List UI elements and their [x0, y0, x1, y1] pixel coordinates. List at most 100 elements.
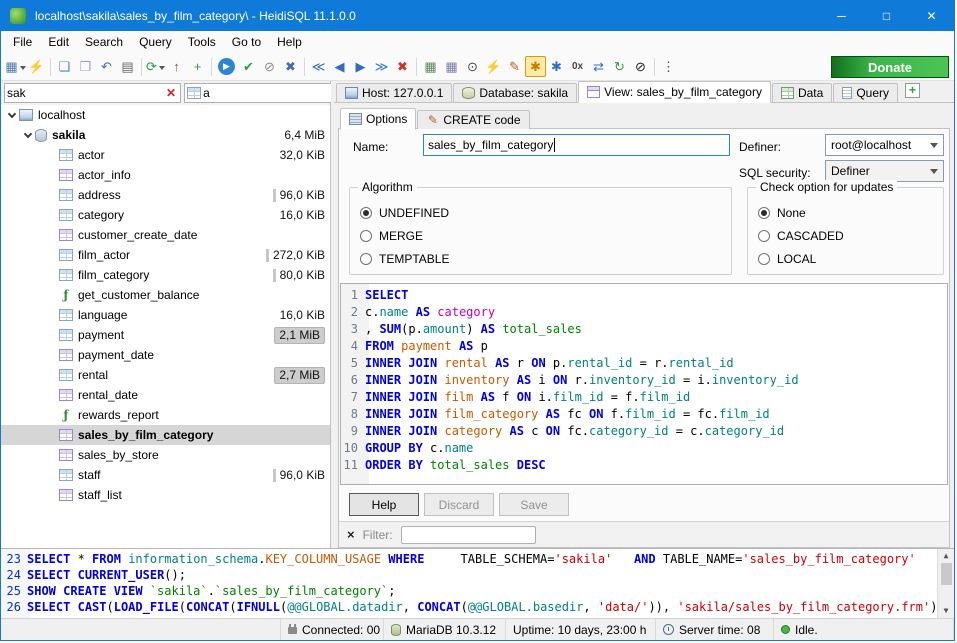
refresh-icon[interactable]: ⟳ — [145, 56, 166, 77]
filter-input[interactable] — [401, 526, 536, 544]
verify-icon[interactable]: ✔ — [238, 56, 259, 77]
tab-database-sakila[interactable]: Database: sakila — [453, 83, 577, 102]
tree-item-rental[interactable]: rental2,7 MiB — [1, 365, 330, 385]
editor-line[interactable]: 11ORDER BY total_sales DESC — [341, 457, 947, 474]
tree-item-rental-date[interactable]: rental_date — [1, 385, 330, 405]
close-filter-icon[interactable]: × — [339, 527, 363, 542]
tree-item-staff-list[interactable]: staff_list — [1, 485, 330, 505]
menu-item-edit[interactable]: Edit — [40, 32, 77, 52]
menu-item-help[interactable]: Help — [269, 32, 310, 52]
editor-line[interactable]: 4FROM payment AS p — [341, 338, 947, 355]
definer-select[interactable]: root@localhost — [825, 134, 944, 156]
menu-item-file[interactable]: File — [5, 32, 40, 52]
scrollbar-thumb[interactable] — [941, 563, 952, 585]
reconnect-icon[interactable]: ⚡ — [26, 56, 47, 77]
nav-next-icon[interactable]: ▶ — [350, 56, 371, 77]
toolbar-overflow-icon[interactable]: ⋮ — [658, 56, 679, 77]
log-scrollbar[interactable]: ▲ ▼ — [937, 549, 954, 618]
bind-params-icon[interactable]: ✱ — [546, 56, 567, 77]
expand-chevron-icon[interactable] — [8, 109, 16, 117]
view-name-input[interactable]: sales_by_film_category — [423, 134, 730, 156]
editor-line[interactable]: 9INNER JOIN category AS c ON fc.category… — [341, 423, 947, 440]
editor-line[interactable]: 7INNER JOIN film AS f ON i.film_id = f.f… — [341, 389, 947, 406]
tree-item-film-category[interactable]: film_category80,0 KiB — [1, 265, 330, 285]
new-query-tab-icon[interactable]: + — [905, 83, 920, 98]
find-icon[interactable]: ⊙ — [462, 56, 483, 77]
maximize-button[interactable]: □ — [864, 1, 909, 31]
delete-row-icon[interactable]: ✖ — [392, 56, 413, 77]
nav-first-icon[interactable]: ≪ — [308, 56, 329, 77]
tree-item-payment[interactable]: payment2,1 MiB — [1, 325, 330, 345]
nav-prev-icon[interactable]: ◀ — [329, 56, 350, 77]
data-view-icon[interactable]: ▦ — [420, 56, 441, 77]
tree-item-actor-info[interactable]: actor_info — [1, 165, 330, 185]
tree-item-sales-by-film-category[interactable]: sales_by_film_category — [1, 425, 330, 445]
tree-item-sakila[interactable]: sakila6,4 MiB — [1, 125, 330, 145]
print-icon[interactable]: ▤ — [117, 56, 138, 77]
clear-database-filter-icon[interactable]: ✕ — [164, 86, 178, 100]
menu-item-query[interactable]: Query — [131, 32, 180, 52]
discard-button[interactable]: Discard — [424, 493, 494, 516]
tree-item-language[interactable]: language16,0 KiB — [1, 305, 330, 325]
editor-line[interactable]: 1SELECT — [341, 287, 947, 304]
tree-item-customer-create-date[interactable]: customer_create_date — [1, 225, 330, 245]
sql-security-select[interactable]: Definer — [825, 160, 944, 182]
cancel-icon[interactable]: ✖ — [280, 56, 301, 77]
editor-line[interactable]: 3, SUM(p.amount) AS total_sales — [341, 321, 947, 338]
database-filter-input[interactable] — [7, 86, 162, 100]
scroll-up-icon[interactable]: ▲ — [944, 549, 949, 563]
tree-item-rewards-report[interactable]: ƒrewards_report — [1, 405, 330, 425]
expand-chevron-icon[interactable] — [24, 129, 32, 137]
tree-item-category[interactable]: category16,0 KiB — [1, 205, 330, 225]
menu-item-search[interactable]: Search — [77, 32, 131, 52]
editor-line[interactable]: 6INNER JOIN inventory AS i ON r.inventor… — [341, 372, 947, 389]
tab-data[interactable]: Data — [772, 83, 832, 102]
menu-item-tools[interactable]: Tools — [180, 32, 224, 52]
donate-button[interactable]: Donate — [831, 56, 949, 78]
create-object-icon[interactable]: + — [187, 56, 208, 77]
radio-cascaded[interactable]: CASCADED — [758, 224, 933, 247]
tree-item-film-actor[interactable]: film_actor272,0 KiB — [1, 245, 330, 265]
save-button[interactable]: Save — [499, 493, 569, 516]
session-manager-icon[interactable]: ▦ — [5, 56, 26, 77]
subtab-create-code[interactable]: ✎CREATE code — [417, 110, 529, 129]
tab-view-sales-by-film-category[interactable]: View: sales_by_film_category — [578, 81, 771, 103]
editor-line[interactable]: 10GROUP BY c.name — [341, 440, 947, 457]
syntax-highlight-icon[interactable]: ✱ — [525, 56, 546, 77]
editor-line[interactable]: 5INNER JOIN rental AS r ON p.rental_id =… — [341, 355, 947, 372]
quick-filter-icon[interactable]: ⚡ — [483, 56, 504, 77]
tab-query[interactable]: Query — [833, 83, 898, 102]
reformat-sql-icon[interactable]: ✎ — [504, 56, 525, 77]
stop-icon[interactable]: ⊘ — [259, 56, 280, 77]
scroll-down-icon[interactable]: ▼ — [944, 604, 949, 618]
sql-security-dropdown-icon[interactable] — [927, 164, 941, 178]
radio-none[interactable]: None — [758, 201, 933, 224]
subtab-options[interactable]: Options — [340, 108, 416, 130]
query-view-icon[interactable]: ▦ — [441, 56, 462, 77]
swap-icon[interactable]: ⇄ — [588, 56, 609, 77]
tree-item-localhost[interactable]: localhost — [1, 105, 330, 125]
tree-item-get-customer-balance[interactable]: ƒget_customer_balance — [1, 285, 330, 305]
editor-line[interactable]: 2c.name AS category — [341, 304, 947, 321]
menu-item-go-to[interactable]: Go to — [224, 32, 269, 52]
minimize-button[interactable]: ─ — [819, 1, 864, 31]
tree-item-payment-date[interactable]: payment_date — [1, 345, 330, 365]
radio-local[interactable]: LOCAL — [758, 247, 933, 270]
hex-view-icon[interactable]: 0x — [567, 56, 588, 77]
radio-merge[interactable]: MERGE — [360, 224, 721, 247]
tree-item-address[interactable]: address96,0 KiB — [1, 185, 330, 205]
reload-icon[interactable]: ↻ — [609, 56, 630, 77]
copy-icon[interactable]: ❏ — [54, 56, 75, 77]
execute-sql-icon[interactable]: ▶ — [218, 58, 235, 75]
undo-icon[interactable]: ↶ — [96, 56, 117, 77]
radio-undefined[interactable]: UNDEFINED — [360, 201, 721, 224]
nav-last-icon[interactable]: ≫ — [371, 56, 392, 77]
paste-icon[interactable]: ❐ — [75, 56, 96, 77]
editor-line[interactable]: 8INNER JOIN film_category AS fc ON f.fil… — [341, 406, 947, 423]
tab-host-127-0-0-1[interactable]: Host: 127.0.0.1 — [336, 83, 452, 102]
tree-item-sales-by-store[interactable]: sales_by_store — [1, 445, 330, 465]
radio-temptable[interactable]: TEMPTABLE — [360, 247, 721, 270]
export-icon[interactable]: ↑ — [166, 56, 187, 77]
tree-item-actor[interactable]: actor32,0 KiB — [1, 145, 330, 165]
help-button[interactable]: Help — [349, 493, 419, 516]
